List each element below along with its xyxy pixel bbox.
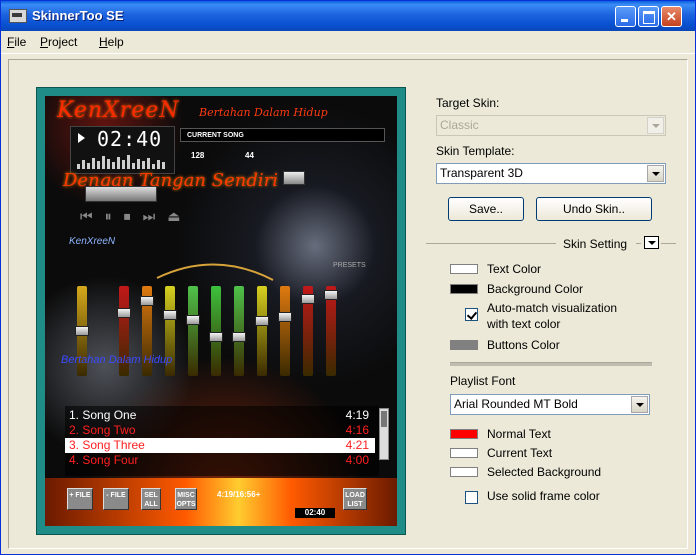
- transport-controls[interactable]: ⏮⏸⏹⏭⏏: [80, 208, 360, 226]
- auto-match-checkbox[interactable]: [465, 308, 478, 321]
- divider: [661, 243, 676, 244]
- eq-slider-knob[interactable]: [324, 290, 338, 300]
- window-title: SkinnerToo SE: [32, 8, 124, 23]
- khz-readout: 44: [245, 151, 254, 160]
- playlist-bottom-bar: + FILE - FILE SEL ALL MISC OPTS 4:19/16:…: [45, 478, 397, 526]
- solid-frame-label: Use solid frame color: [487, 489, 600, 503]
- eq-curve: [156, 263, 274, 281]
- divider: [636, 243, 641, 244]
- section-separator: [450, 362, 652, 366]
- skin-template-label: Skin Template:: [436, 144, 515, 158]
- skin-subtitle-top: Bertahan Dalam Hidup: [199, 106, 328, 119]
- auto-match-label-line1: Auto-match visualization: [487, 301, 618, 315]
- skin-setting-dropdown-button[interactable]: [644, 236, 659, 249]
- blue-overlay-text-2: Bertahan Dalam Hidup: [61, 354, 173, 366]
- target-skin-select[interactable]: Classic: [436, 115, 666, 136]
- selected-background-swatch[interactable]: [450, 467, 478, 477]
- eq-slider-knob[interactable]: [163, 310, 177, 320]
- playlist-time-info: 4:19/16:56+: [217, 490, 261, 499]
- chevron-down-icon: [631, 396, 648, 413]
- eq-slider-track[interactable]: [278, 286, 292, 376]
- skin-title: KenXreeN: [57, 98, 180, 123]
- eq-slider-track[interactable]: [255, 286, 269, 376]
- eq-slider-track[interactable]: [232, 286, 246, 376]
- playlist-scroll-thumb[interactable]: [381, 411, 387, 427]
- menu-bar: File Project Help: [1, 31, 695, 54]
- divider: [426, 243, 556, 244]
- time-lcd: 02:40: [70, 126, 175, 174]
- playlist: 1. Song One 4:19 2. Song Two 4:16 3. Song …: [65, 406, 379, 476]
- select-all-button[interactable]: SEL ALL: [141, 488, 161, 510]
- eq-slider-knob[interactable]: [186, 315, 200, 325]
- eq-slider-knob[interactable]: [278, 312, 292, 322]
- target-skin-label: Target Skin:: [436, 96, 500, 110]
- eq-slider-knob[interactable]: [140, 296, 154, 306]
- playlist-scrollbar[interactable]: [379, 408, 389, 460]
- chevron-down-icon: [647, 117, 664, 134]
- blue-overlay-text: KenXreeN: [69, 236, 116, 247]
- volume-knob[interactable]: [283, 171, 305, 185]
- buttons-color-swatch[interactable]: [450, 340, 478, 350]
- solid-frame-checkbox[interactable]: [465, 491, 478, 504]
- selected-background-label: Selected Background: [487, 465, 602, 479]
- play-icon: [78, 133, 85, 143]
- playlist-row[interactable]: 4. Song Four 4:00: [65, 453, 375, 468]
- bitrate-readout: 128: [191, 151, 205, 160]
- load-list-button[interactable]: LOAD LIST: [343, 488, 367, 510]
- app-icon: [9, 9, 27, 23]
- skin-setting-label: Skin Setting: [563, 237, 628, 251]
- text-color-label: Text Color: [487, 262, 542, 276]
- eq-slider-track[interactable]: [301, 286, 315, 376]
- remove-file-button[interactable]: - FILE: [103, 488, 129, 510]
- background-color-swatch[interactable]: [450, 284, 478, 294]
- skin-preview: KenXreeN Bertahan Dalam Hidup 02:40 CURR…: [45, 96, 397, 526]
- playlist-row[interactable]: 1. Song One 4:19: [65, 408, 375, 423]
- current-text-swatch[interactable]: [450, 448, 478, 458]
- maximize-button[interactable]: [638, 6, 659, 27]
- playlist-font-select[interactable]: Arial Rounded MT Bold: [450, 394, 650, 415]
- eq-slider-track[interactable]: [324, 286, 338, 376]
- menu-help[interactable]: Help: [99, 35, 124, 49]
- seek-knob[interactable]: [85, 186, 157, 202]
- playlist-row-selected[interactable]: 3. Song Three 4:21: [65, 438, 375, 453]
- add-file-button[interactable]: + FILE: [67, 488, 93, 510]
- background-color-label: Background Color: [487, 282, 584, 296]
- playlist-row[interactable]: 2. Song Two 4:16: [65, 423, 375, 438]
- spectrum-visualizer: [77, 155, 167, 169]
- eq-slider-track[interactable]: [186, 286, 200, 376]
- normal-text-swatch[interactable]: [450, 429, 478, 439]
- text-color-swatch[interactable]: [450, 264, 478, 274]
- eq-slider-track[interactable]: [209, 286, 223, 376]
- auto-match-label-line2: with text color: [487, 317, 561, 331]
- playlist-bottom-time: 02:40: [295, 508, 335, 518]
- misc-options-button[interactable]: MISC OPTS: [175, 488, 197, 510]
- eq-slider-knob[interactable]: [255, 316, 269, 326]
- presets-label[interactable]: PRESETS: [333, 262, 366, 269]
- playlist-font-label: Playlist Font: [450, 374, 516, 388]
- eq-slider-knob[interactable]: [301, 294, 315, 304]
- eq-slider-knob[interactable]: [117, 308, 131, 318]
- time-display: 02:40: [97, 127, 163, 151]
- save-button[interactable]: Save..: [448, 197, 524, 221]
- chevron-down-icon: [647, 165, 664, 182]
- menu-file[interactable]: File: [7, 35, 26, 49]
- buttons-color-label: Buttons Color: [487, 338, 560, 352]
- equalizer: [73, 286, 393, 390]
- normal-text-label: Normal Text: [487, 427, 551, 441]
- current-song-bar: CURRENT SONG: [180, 128, 385, 142]
- undo-skin-button[interactable]: Undo Skin..: [536, 197, 652, 221]
- eq-slider-knob[interactable]: [232, 332, 246, 342]
- current-text-label: Current Text: [487, 446, 553, 460]
- minimize-button[interactable]: [615, 6, 636, 27]
- skin-template-select[interactable]: Transparent 3D: [436, 163, 666, 184]
- menu-project[interactable]: Project: [40, 35, 77, 49]
- eq-slider-knob[interactable]: [75, 326, 89, 336]
- close-button[interactable]: ✕: [661, 6, 682, 27]
- eq-slider-knob[interactable]: [209, 332, 223, 342]
- title-bar[interactable]: SkinnerToo SE ✕: [1, 1, 695, 31]
